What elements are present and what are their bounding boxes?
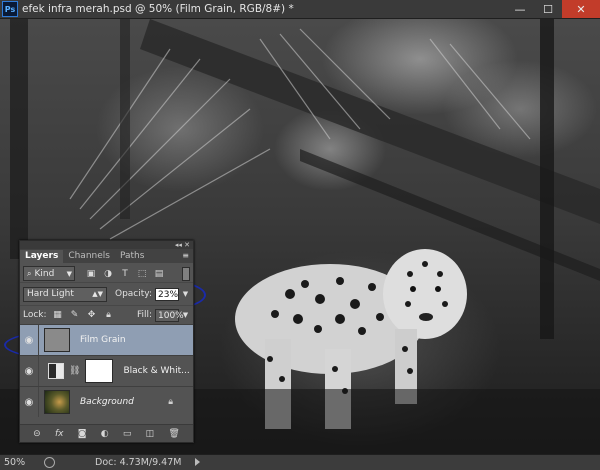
layer-name: Film Grain (80, 335, 126, 345)
layer-black-white[interactable]: ◉ ⛓ Black & Whit... (20, 355, 193, 386)
shape-filter-icon[interactable]: ⬚ (136, 268, 148, 280)
filter-toggle[interactable] (182, 266, 190, 281)
adjustment-filter-icon[interactable]: ◑ (102, 268, 114, 280)
maximize-button[interactable]: ☐ (534, 0, 562, 18)
lock-transparent-icon[interactable]: ▦ (52, 309, 64, 321)
adjustment-layer-icon (48, 363, 64, 379)
fx-icon[interactable]: fx (55, 429, 64, 439)
document-title: efek infra merah.psd @ 50% (Film Grain, … (22, 3, 294, 15)
link-chain-icon[interactable]: ⛓ (69, 366, 80, 376)
blend-row: Hard Light ▲▼ Opacity: 23% ▼ (20, 282, 193, 305)
document-info: Doc: 4.73M/9.47M (95, 457, 182, 468)
panel-tabs: Layers Channels Paths ≡ (20, 249, 193, 263)
eye-icon[interactable]: ◉ (20, 397, 38, 408)
panel-bottom-toolbar: ⊝ fx ◙ ◐ ▭ ◫ 🗑︎ (20, 424, 193, 442)
blend-mode-select[interactable]: Hard Light ▲▼ (23, 286, 107, 302)
fill-input[interactable]: 100% (155, 308, 184, 322)
layer-lock-icon: 🔒︎ (168, 397, 173, 407)
link-icon[interactable]: ⊝ (33, 429, 41, 439)
window-controls: — ☐ ✕ (506, 0, 600, 18)
fill-dropdown-icon[interactable]: ▼ (181, 311, 190, 319)
filter-kind-select[interactable]: ⌕ Kind ▼ (23, 266, 75, 281)
group-icon[interactable]: ▭ (123, 429, 132, 439)
layer-film-grain[interactable]: ◉ Film Grain (20, 324, 193, 355)
tab-layers[interactable]: Layers (20, 250, 64, 263)
zoom-level[interactable]: 50% (0, 457, 34, 468)
status-bar: 50% Doc: 4.73M/9.47M (0, 454, 600, 470)
layer-filter-row: ⌕ Kind ▼ ▣ ◑ T ⬚ ▤ (20, 265, 193, 282)
trash-icon[interactable]: 🗑︎ (168, 429, 179, 439)
layer-thumbnail (44, 390, 70, 414)
smart-object-filter-icon[interactable]: ▤ (153, 268, 165, 280)
kind-label: Kind (34, 268, 55, 279)
title-bar: Ps efek infra merah.psd @ 50% (Film Grai… (0, 0, 600, 19)
opacity-label: Opacity: (115, 289, 152, 299)
photoshop-logo-icon: Ps (2, 1, 18, 17)
panel-menu-icon[interactable]: ≡ (182, 251, 189, 260)
info-icon[interactable] (44, 457, 55, 468)
mask-icon[interactable]: ◙ (78, 429, 87, 439)
blend-mode-value: Hard Light (27, 289, 74, 299)
lock-image-icon[interactable]: ✎ (69, 309, 81, 321)
search-icon: ⌕ (27, 268, 32, 278)
close-button[interactable]: ✕ (562, 0, 600, 18)
adjustment-icon[interactable]: ◐ (101, 429, 109, 439)
layers-panel: ◂◂ ✕ Layers Channels Paths ≡ ⌕ Kind ▼ ▣ … (19, 240, 194, 443)
new-layer-icon[interactable]: ◫ (146, 429, 155, 439)
chevron-down-icon: ▲▼ (92, 290, 103, 298)
eye-icon[interactable]: ◉ (20, 366, 38, 377)
tab-paths[interactable]: Paths (115, 250, 149, 263)
layer-thumbnail (44, 328, 70, 352)
layer-mask-thumbnail[interactable] (85, 359, 114, 383)
lock-all-icon[interactable]: 🔒︎ (103, 309, 115, 321)
layer-background[interactable]: ◉ Background 🔒︎ (20, 386, 193, 417)
panel-header-strip: ◂◂ ✕ (20, 241, 193, 249)
tab-channels[interactable]: Channels (63, 250, 115, 263)
layer-name: Background (80, 397, 134, 407)
filter-icons: ▣ ◑ T ⬚ ▤ (85, 268, 170, 280)
lock-row: Lock: ▦ ✎ ✥ 🔒︎ Fill: 100% ▼ (20, 305, 193, 324)
minimize-button[interactable]: — (506, 0, 534, 18)
collapse-icon[interactable]: ◂◂ ✕ (175, 241, 190, 249)
chevron-down-icon: ▼ (66, 269, 72, 278)
layer-divider (38, 387, 39, 417)
opacity-dropdown-icon[interactable]: ▼ (181, 288, 190, 301)
layer-divider (38, 356, 39, 386)
layer-divider (38, 325, 39, 355)
fill-label: Fill: (136, 310, 152, 320)
image-filter-icon[interactable]: ▣ (85, 268, 97, 280)
lock-position-icon[interactable]: ✥ (86, 309, 98, 321)
opacity-input[interactable]: 23% (155, 287, 179, 301)
eye-icon[interactable]: ◉ (20, 335, 38, 346)
status-menu-arrow-icon[interactable] (195, 458, 200, 466)
lock-label: Lock: (23, 310, 47, 320)
type-filter-icon[interactable]: T (119, 268, 131, 280)
layer-name: Black & Whit... (123, 366, 190, 376)
